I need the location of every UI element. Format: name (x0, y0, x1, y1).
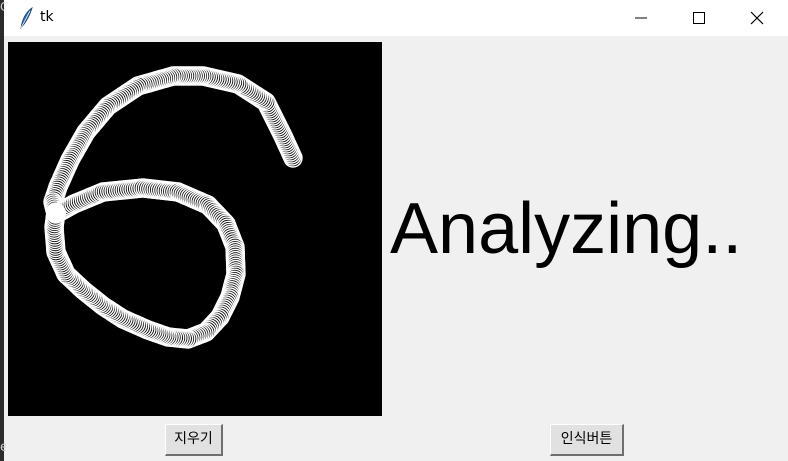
background-window-fragment: C (0, 0, 4, 14)
background-window-edge (0, 0, 4, 461)
title-bar[interactable]: tk (4, 0, 788, 36)
drawing-canvas[interactable] (8, 42, 382, 416)
recognize-button[interactable]: 인식버튼 (550, 424, 624, 456)
feather-icon (18, 7, 34, 30)
handwritten-stroke (43, 66, 303, 349)
minimize-button[interactable] (612, 0, 670, 36)
maximize-icon (693, 12, 705, 24)
background-window-fragment: e (0, 440, 6, 455)
close-button[interactable] (728, 0, 786, 36)
erase-button[interactable]: 지우기 (165, 424, 223, 456)
status-label: Analyzing.. (390, 189, 743, 269)
minimize-icon (635, 17, 647, 19)
window-title: tk (40, 9, 54, 25)
close-icon (750, 11, 764, 25)
maximize-button[interactable] (670, 0, 728, 36)
